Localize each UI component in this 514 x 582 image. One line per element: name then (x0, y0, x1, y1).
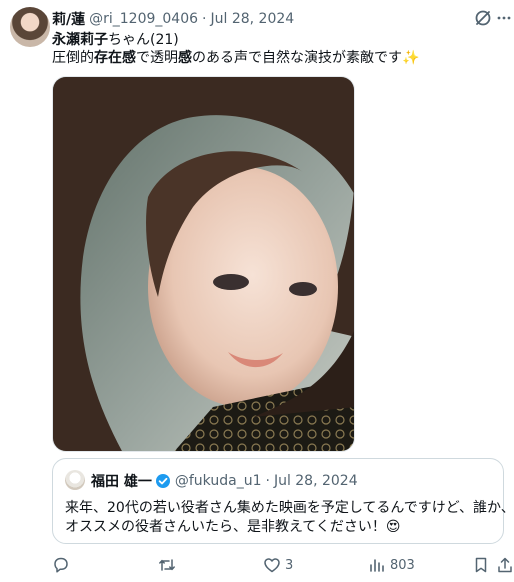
author-avatar[interactable] (10, 7, 50, 47)
share-icon (498, 557, 512, 573)
author-handle[interactable]: @ri_1209_0406 (89, 11, 198, 27)
like-button[interactable]: 3 (263, 556, 293, 574)
retweet-icon (159, 559, 175, 571)
views-count: 803 (390, 557, 415, 573)
tweet-text-line1: 永瀬莉子ちゃん(21) (52, 31, 179, 49)
tweet-photo[interactable] (52, 76, 355, 452)
bookmark-button[interactable] (472, 556, 490, 574)
quoted-date: Jul 28, 2024 (273, 473, 358, 489)
tweet-text-segment: のある声で自然な演技が素敵です (192, 50, 402, 66)
verified-icon (155, 474, 170, 488)
tweet-date[interactable]: Jul 28, 2024 (210, 11, 294, 27)
quoted-separator: · (265, 473, 270, 489)
quoted-author-handle: @fukuda_u1 (174, 473, 262, 489)
like-count: 3 (285, 557, 294, 573)
sparkles-emoji: ✨ (402, 50, 420, 66)
more-icon[interactable] (496, 10, 512, 26)
bookmark-icon (475, 557, 487, 573)
quoted-text-line1: 来年、20代の若い役者さん集めた映画を予定してるんですけど、誰か、 (65, 500, 514, 516)
tweet-text-bold: 感 (178, 50, 192, 66)
tweet-text-line2: 圧倒的存在感で透明感のある声で自然な演技が素敵です✨ (52, 49, 419, 67)
tweet-text-segment: 圧倒的 (52, 50, 94, 66)
tweet-text-name: 永瀬莉子 (52, 32, 108, 48)
retweet-button[interactable] (158, 556, 180, 574)
views-button[interactable]: 803 (368, 556, 415, 574)
tweet-text-segment: で透明 (136, 50, 178, 66)
tweet-text-suffix: ちゃん(21) (108, 32, 179, 48)
tweet-text-bold: 存在感 (94, 50, 136, 66)
heart-eyes-emoji: 😍 (385, 519, 401, 535)
quoted-author-avatar[interactable] (65, 470, 85, 490)
quoted-text-line2: オススメの役者さんいたら、是非教えてください！😍 (65, 518, 401, 537)
tweet-header: 莉/蓮 @ri_1209_0406 · Jul 28, 2024 (52, 9, 464, 29)
author-name[interactable]: 莉/蓮 (52, 9, 85, 29)
portrait-image (53, 77, 354, 451)
quoted-tweet[interactable]: 福田 雄一 @fukuda_u1 · Jul 28, 2024 来年、20代の若… (52, 458, 514, 544)
action-bar: 3 803 (0, 556, 514, 576)
like-icon (264, 558, 280, 573)
header-separator: · (202, 11, 207, 27)
reply-icon (54, 557, 68, 573)
share-button[interactable] (496, 556, 514, 574)
quoted-header: 福田 雄一 @fukuda_u1 · Jul 28, 2024 (91, 471, 358, 491)
quoted-author-name: 福田 雄一 (91, 474, 152, 490)
grok-icon[interactable] (473, 8, 493, 28)
views-icon (370, 559, 384, 572)
quoted-text-line2-body: オススメの役者さんいたら、是非教えてください！ (65, 519, 386, 535)
reply-button[interactable] (52, 556, 74, 574)
